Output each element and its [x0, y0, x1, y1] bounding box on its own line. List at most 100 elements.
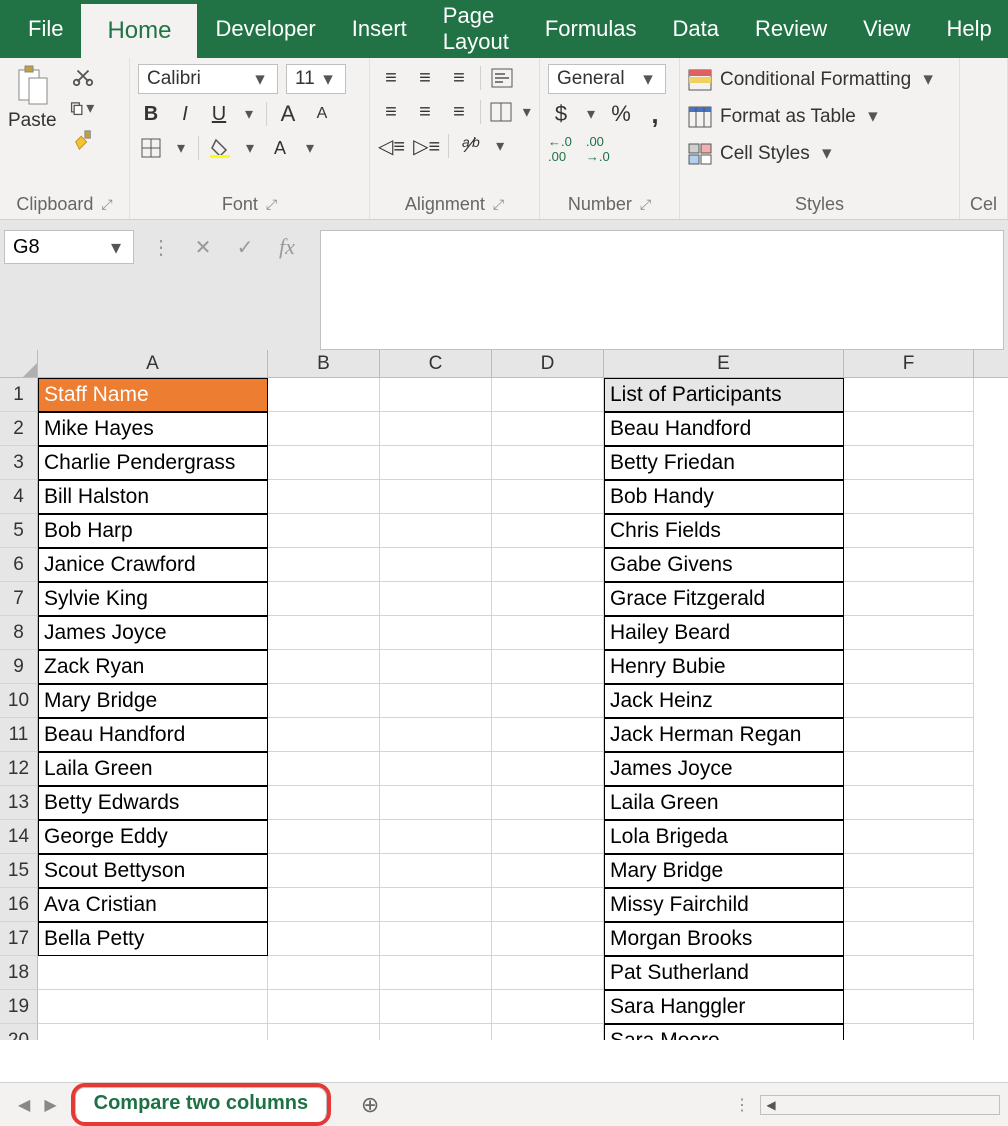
font-name-select[interactable]: Calibri▾ — [138, 64, 278, 94]
cell[interactable] — [492, 446, 604, 480]
name-box[interactable]: G8▾ — [4, 230, 134, 264]
cell[interactable]: Laila Green — [604, 786, 844, 820]
cell[interactable] — [268, 990, 380, 1024]
row-header[interactable]: 19 — [0, 990, 38, 1024]
cell[interactable] — [492, 616, 604, 650]
tab-scroll-right-icon[interactable]: ▶ — [44, 1095, 56, 1115]
paste-label[interactable]: Paste — [8, 110, 57, 132]
cell[interactable] — [844, 548, 974, 582]
ribbon-tab-page-layout[interactable]: Page Layout — [425, 0, 527, 58]
dialog-launcher-icon[interactable]: ⤢ — [101, 196, 112, 213]
cell[interactable] — [38, 990, 268, 1024]
row-header[interactable]: 15 — [0, 854, 38, 888]
cell[interactable] — [38, 1024, 268, 1040]
cell[interactable] — [492, 684, 604, 718]
number-format-select[interactable]: General▾ — [548, 64, 666, 94]
cell[interactable] — [380, 854, 492, 888]
align-center-button[interactable]: ≡ — [412, 98, 438, 126]
cell[interactable]: Betty Edwards — [38, 786, 268, 820]
column-header-C[interactable]: C — [380, 350, 492, 377]
wrap-text-button[interactable] — [489, 64, 515, 92]
column-header-D[interactable]: D — [492, 350, 604, 377]
tab-split-handle-icon[interactable]: ⋮ — [734, 1095, 750, 1115]
cell[interactable]: Beau Handford — [38, 718, 268, 752]
underline-button[interactable]: U — [206, 100, 232, 128]
cell[interactable]: Zack Ryan — [38, 650, 268, 684]
namebox-expand-icon[interactable]: ⋮ — [140, 230, 182, 264]
cell[interactable] — [380, 922, 492, 956]
cell[interactable]: James Joyce — [604, 752, 844, 786]
increase-decimal-button[interactable]: ←.0.00 — [548, 134, 572, 164]
cell[interactable]: Morgan Brooks — [604, 922, 844, 956]
increase-indent-button[interactable]: ▷≡ — [413, 132, 440, 160]
column-header-A[interactable]: A — [38, 350, 268, 377]
row-header[interactable]: 12 — [0, 752, 38, 786]
align-middle-button[interactable]: ≡ — [412, 64, 438, 92]
cell[interactable] — [844, 616, 974, 650]
cell[interactable] — [844, 650, 974, 684]
cell[interactable] — [268, 616, 380, 650]
row-header[interactable]: 2 — [0, 412, 38, 446]
cell[interactable]: Staff Name — [38, 378, 268, 412]
cell[interactable] — [268, 786, 380, 820]
cell[interactable] — [380, 378, 492, 412]
cell[interactable]: Janice Crawford — [38, 548, 268, 582]
cell[interactable] — [380, 752, 492, 786]
decrease-decimal-button[interactable]: .00→.0 — [586, 134, 610, 164]
cell[interactable] — [844, 752, 974, 786]
cell[interactable] — [492, 514, 604, 548]
cell[interactable] — [844, 412, 974, 446]
row-header[interactable]: 11 — [0, 718, 38, 752]
cell[interactable] — [492, 786, 604, 820]
cell[interactable] — [844, 582, 974, 616]
cell[interactable]: George Eddy — [38, 820, 268, 854]
cell[interactable] — [380, 480, 492, 514]
cell[interactable]: Bella Petty — [38, 922, 268, 956]
insert-function-icon[interactable]: fx — [266, 230, 308, 264]
column-header-E[interactable]: E — [604, 350, 844, 377]
cell[interactable] — [380, 684, 492, 718]
cell[interactable]: James Joyce — [38, 616, 268, 650]
cell[interactable]: Henry Bubie — [604, 650, 844, 684]
grow-font-button[interactable]: A — [275, 100, 301, 128]
cell[interactable] — [492, 718, 604, 752]
cell[interactable] — [844, 888, 974, 922]
shrink-font-button[interactable]: A — [309, 100, 335, 128]
cell[interactable] — [844, 820, 974, 854]
cell[interactable] — [38, 956, 268, 990]
cell[interactable] — [380, 786, 492, 820]
row-header[interactable]: 13 — [0, 786, 38, 820]
cell[interactable] — [380, 820, 492, 854]
cell[interactable] — [492, 378, 604, 412]
cell[interactable] — [844, 956, 974, 990]
cell[interactable] — [268, 480, 380, 514]
sheet-tab-active[interactable]: Compare two columns — [75, 1087, 327, 1122]
cell[interactable] — [492, 480, 604, 514]
cell[interactable] — [268, 378, 380, 412]
font-color-button[interactable]: A — [267, 134, 293, 162]
format-as-table-button[interactable]: Format as Table▾ — [688, 103, 951, 130]
tab-scroll-left-icon[interactable]: ◀ — [18, 1095, 30, 1115]
row-header[interactable]: 1 — [0, 378, 38, 412]
merge-button[interactable] — [488, 98, 514, 126]
cell[interactable]: List of Participants — [604, 378, 844, 412]
cell[interactable] — [268, 446, 380, 480]
cell[interactable]: Pat Sutherland — [604, 956, 844, 990]
row-header[interactable]: 14 — [0, 820, 38, 854]
dialog-launcher-icon[interactable]: ⤢ — [493, 196, 504, 213]
row-header[interactable]: 7 — [0, 582, 38, 616]
cell[interactable] — [844, 378, 974, 412]
cell[interactable] — [380, 582, 492, 616]
cell[interactable]: Jack Herman Regan — [604, 718, 844, 752]
cell[interactable] — [844, 922, 974, 956]
paste-icon[interactable] — [13, 64, 51, 108]
align-top-button[interactable]: ≡ — [378, 64, 404, 92]
cell[interactable]: Bill Halston — [38, 480, 268, 514]
cell[interactable]: Sylvie King — [38, 582, 268, 616]
cell[interactable]: Mary Bridge — [38, 684, 268, 718]
ribbon-tab-help[interactable]: Help — [928, 0, 1008, 58]
cell[interactable] — [492, 548, 604, 582]
cell[interactable] — [380, 990, 492, 1024]
cell[interactable] — [844, 718, 974, 752]
cell[interactable] — [268, 718, 380, 752]
